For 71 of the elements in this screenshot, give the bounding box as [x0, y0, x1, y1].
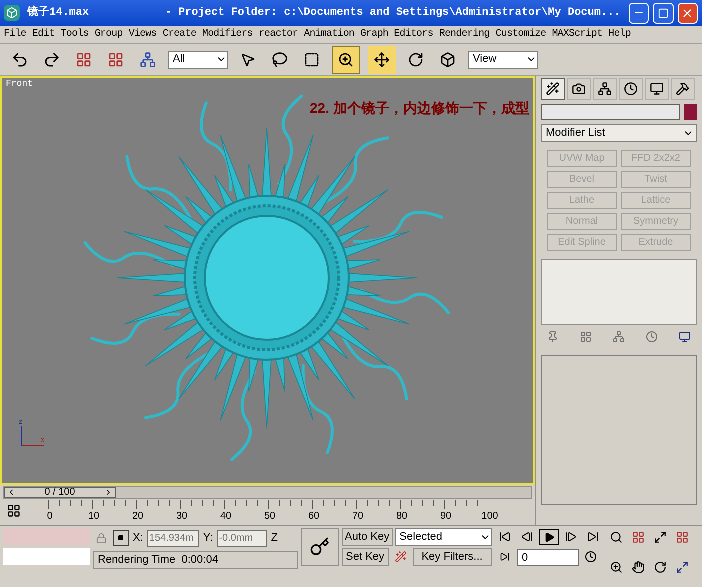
- frame-label: 60: [307, 510, 321, 524]
- maximize-icon: [658, 8, 669, 18]
- window-title: 镜子14.max: [28, 4, 90, 21]
- reference-coordinate-dropdown[interactable]: View: [468, 50, 538, 68]
- menu-item[interactable]: Views: [128, 27, 157, 42]
- y-coordinate-field[interactable]: -0.0mm: [217, 530, 268, 546]
- current-frame-field[interactable]: 0: [517, 548, 579, 566]
- tab-icon: [546, 82, 560, 96]
- menu-item[interactable]: Modifiers: [202, 27, 253, 42]
- close-button[interactable]: [678, 2, 698, 24]
- tab-icon: [650, 82, 664, 96]
- command-tab[interactable]: [593, 78, 617, 100]
- menu-item[interactable]: MAXScript: [552, 27, 603, 42]
- menu-item[interactable]: Create: [162, 27, 196, 42]
- x-coordinate-field[interactable]: 154.934m: [147, 530, 200, 546]
- time-slider-thumb[interactable]: 0 / 100: [4, 487, 116, 498]
- key-mode-button[interactable]: [301, 528, 339, 566]
- frame-label: 50: [263, 510, 277, 524]
- menu-item[interactable]: reactor: [258, 27, 298, 42]
- frame-label: 90: [439, 510, 453, 524]
- z-label: Z: [271, 530, 278, 546]
- command-tab[interactable]: [567, 78, 591, 100]
- menu-item[interactable]: Group: [94, 27, 123, 42]
- menu-item[interactable]: Animation: [304, 27, 355, 42]
- play-icon[interactable]: [539, 529, 559, 545]
- menu-item[interactable]: Edit: [32, 27, 55, 42]
- command-tab[interactable]: [645, 78, 669, 100]
- frame-label: 20: [131, 510, 145, 524]
- axis-tripod-icon: [22, 426, 44, 446]
- x-label: X:: [133, 530, 144, 546]
- close-icon: [681, 6, 694, 20]
- command-tab[interactable]: [619, 78, 643, 100]
- key-filters-button[interactable]: Key Filters...: [412, 548, 492, 566]
- frame-label: 30: [175, 510, 189, 524]
- key-icon: [310, 537, 330, 557]
- menu-item[interactable]: Tools: [60, 27, 89, 42]
- menu-item[interactable]: Customize: [496, 27, 546, 42]
- command-tab[interactable]: [671, 78, 695, 100]
- menu-item[interactable]: Rendering: [439, 27, 490, 42]
- frame-label: 0: [46, 510, 54, 524]
- app-icon: [4, 5, 20, 21]
- viewport-label[interactable]: Front: [6, 78, 34, 92]
- absolute-mode-icon[interactable]: [113, 530, 129, 546]
- frame-label: 40: [219, 510, 233, 524]
- minimize-button[interactable]: [628, 2, 650, 24]
- key-mode-dropdown[interactable]: Selected: [394, 528, 492, 546]
- object-color-swatch[interactable]: [684, 104, 697, 120]
- tab-icon: [598, 82, 612, 96]
- modifier-list-dropdown[interactable]: Modifier List: [541, 124, 697, 142]
- project-folder-title: - Project Folder: c:\Documents and Settings\Administrator\My Docum...: [165, 6, 621, 21]
- frame-label: 10: [87, 510, 101, 524]
- menu-item[interactable]: File: [4, 27, 26, 42]
- tab-icon: [624, 82, 638, 96]
- selection-filter-dropdown[interactable]: All: [168, 50, 228, 68]
- annotation-text: 22. 加个镜子，内边修饰一下，成型: [310, 99, 530, 118]
- y-label: Y:: [203, 530, 214, 546]
- frame-label: 100: [480, 510, 500, 524]
- time-slider-reading: 0 / 100: [44, 488, 76, 498]
- command-tab[interactable]: [541, 78, 565, 100]
- auto-key-button[interactable]: Auto Key: [342, 528, 393, 546]
- object-name-field[interactable]: [541, 104, 680, 120]
- tab-icon: [676, 82, 690, 96]
- frame-label: 80: [395, 510, 409, 524]
- maximize-button[interactable]: [653, 2, 674, 24]
- frame-label: 70: [351, 510, 365, 524]
- set-key-button[interactable]: Set Key: [342, 548, 389, 566]
- time-slider-track[interactable]: 0 / 100: [3, 486, 532, 499]
- menu-item[interactable]: Graph Editors: [360, 27, 434, 42]
- tab-icon: [572, 82, 586, 96]
- move-icon[interactable]: [368, 46, 396, 74]
- menu-item[interactable]: Help: [608, 27, 632, 42]
